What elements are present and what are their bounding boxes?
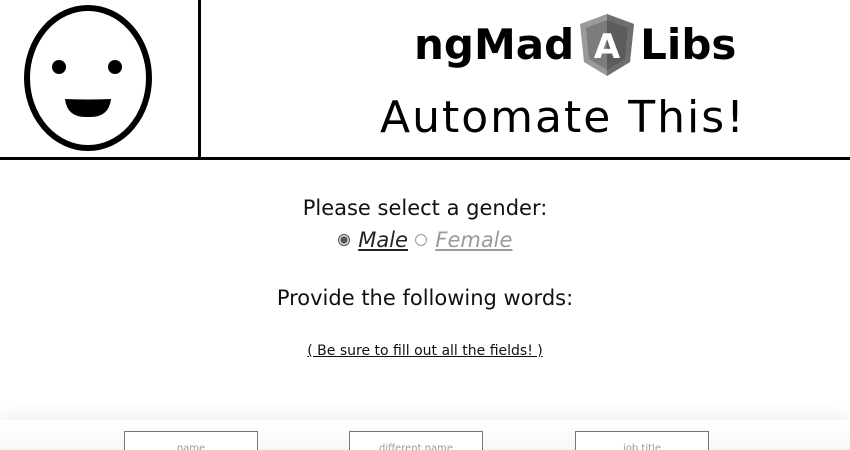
- female-option-label[interactable]: Female: [435, 228, 512, 252]
- brand-text-right: Libs: [640, 20, 737, 69]
- gender-prompt: Please select a gender:: [302, 196, 548, 220]
- page: ngMad A Libs Automate This! Please selec…: [0, 0, 850, 450]
- header-vertical-divider: [198, 0, 201, 157]
- job-title-input[interactable]: [575, 431, 709, 450]
- gender-radio-group: Male Female: [0, 228, 850, 252]
- shield-letter: A: [594, 27, 621, 67]
- male-radio[interactable]: [337, 234, 350, 246]
- brand-text-left: ngMad: [414, 20, 575, 69]
- page-title: Automate This!: [380, 92, 746, 143]
- smiley-panel: [0, 0, 200, 157]
- header-horizontal-divider: [0, 157, 850, 160]
- smiley-face-icon: [24, 5, 152, 151]
- female-radio[interactable]: [414, 234, 427, 246]
- fill-all-fields-hint: ( Be sure to fill out all the fields! ): [307, 343, 543, 359]
- angular-shield-icon: A: [580, 14, 635, 76]
- header: ngMad A Libs Automate This!: [0, 0, 850, 160]
- brand-logo: ngMad A Libs: [414, 10, 736, 80]
- different-name-input[interactable]: [349, 431, 483, 450]
- words-prompt: Provide the following words:: [276, 286, 574, 310]
- male-option-label[interactable]: Male: [358, 228, 408, 252]
- name-input[interactable]: [124, 431, 258, 450]
